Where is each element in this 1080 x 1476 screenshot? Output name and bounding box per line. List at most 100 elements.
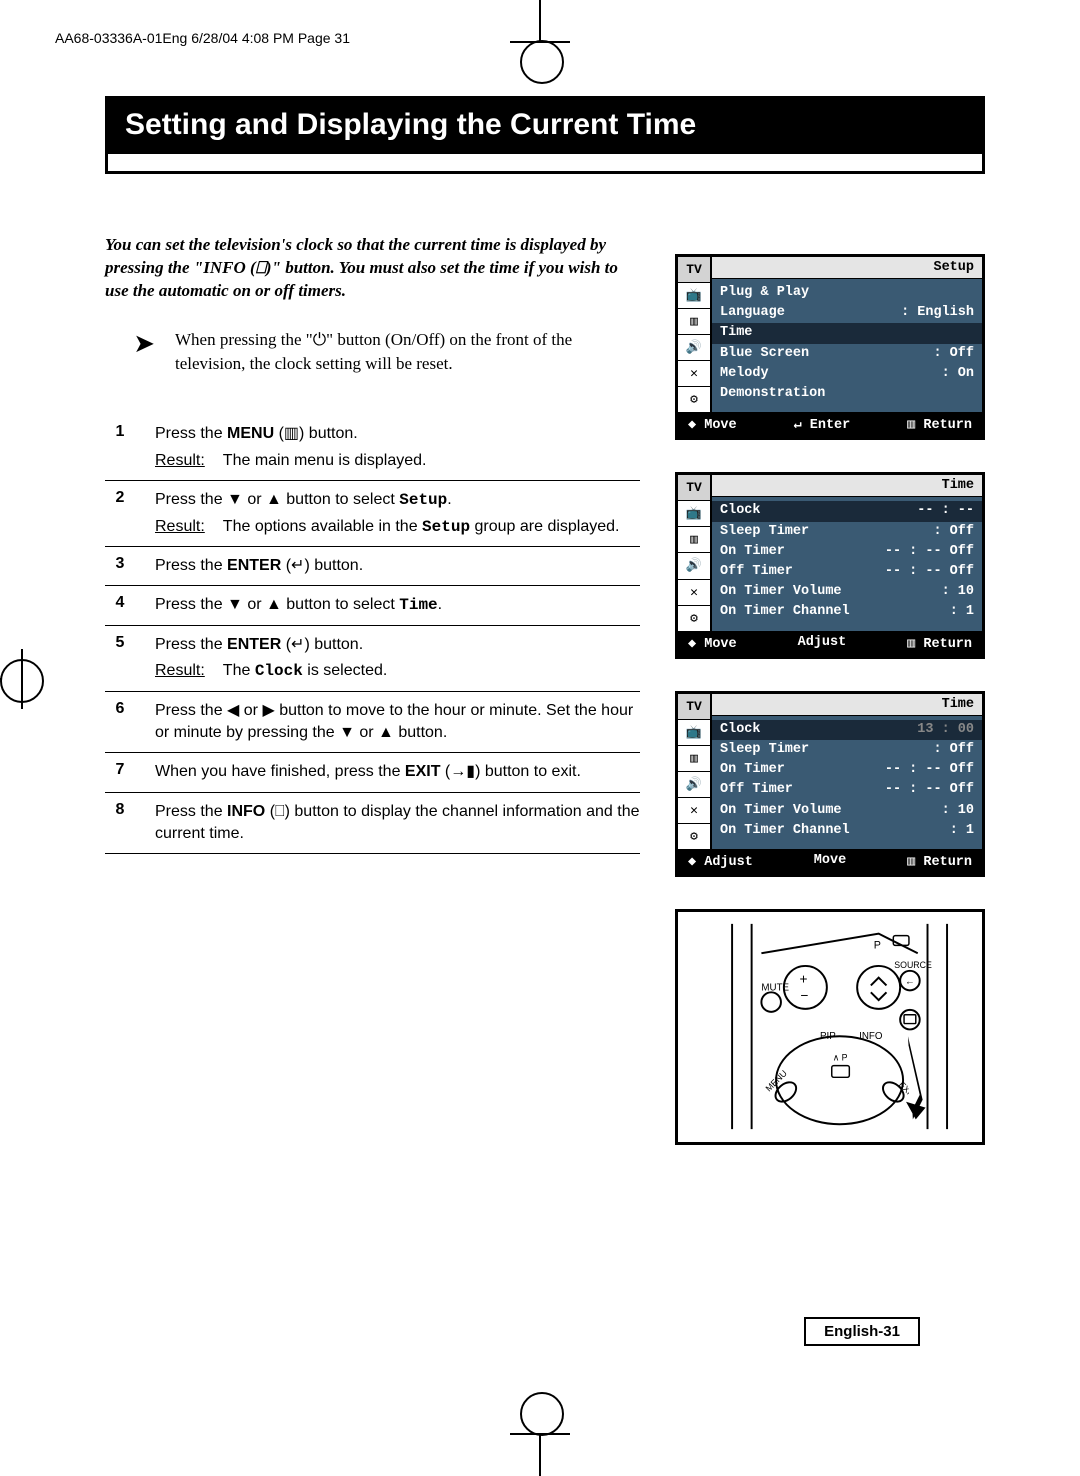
- step-body: Press the ▼ or ▲ button to select Setup.…: [155, 489, 640, 538]
- step-body: When you have finished, press the EXIT (…: [155, 761, 640, 783]
- result-label: Result:: [155, 660, 205, 682]
- steps-list: 1 Press the MENU (▥) button. Result: The…: [105, 415, 640, 854]
- osd-row: Demonstration: [720, 384, 974, 404]
- osd-row: Language: English: [720, 303, 974, 323]
- osd-sidebar: TV 📺 ▥ 🔊 ✕ ⚙: [678, 257, 712, 412]
- result-label: Result:: [155, 516, 205, 538]
- svg-text:+: +: [800, 972, 808, 987]
- osd-side-icon: ▥: [678, 746, 710, 772]
- step-number: 5: [105, 634, 135, 683]
- osd-row: Off Timer-- : -- Off: [720, 562, 974, 582]
- remote-label-info: INFO: [859, 1032, 883, 1043]
- osd-row: Melody: On: [720, 364, 974, 384]
- osd-side-icon: ▥: [678, 527, 710, 553]
- osd-setup-menu: TV 📺 ▥ 🔊 ✕ ⚙ Setup Plug & PlayLanguage: …: [675, 254, 985, 440]
- result-text: The options available in the Setup group…: [223, 516, 620, 538]
- step-item: 2 Press the ▼ or ▲ button to select Setu…: [105, 480, 640, 546]
- osd-side-icon: 🔊: [678, 553, 710, 579]
- osd-body: Clock13 : 00Sleep Timer: OffOn Timer-- :…: [712, 716, 982, 849]
- osd-side-icon: ✕: [678, 580, 710, 606]
- osd-side-icon: ⚙: [678, 606, 710, 631]
- step-number: 2: [105, 489, 135, 538]
- osd-row: Sleep Timer: Off: [720, 522, 974, 542]
- remote-label-p: P: [874, 940, 881, 952]
- osd-side-icon: ✕: [678, 798, 710, 824]
- osd-time-clock-set: TV 📺 ▥ 🔊 ✕ ⚙ Time Clock13 : 00Sleep Time…: [675, 691, 985, 877]
- osd-side-icon: TV: [678, 257, 710, 283]
- page-title: Setting and Displaying the Current Time: [105, 96, 985, 154]
- step-body: Press the MENU (▥) button. Result: The m…: [155, 423, 640, 472]
- manual-page: AA68-03336A-01Eng 6/28/04 4:08 PM Page 3…: [0, 0, 1080, 1476]
- remote-label-mute: MUTE: [762, 983, 790, 994]
- step-number: 4: [105, 594, 135, 616]
- step-item: 3 Press the ENTER (↵) button.: [105, 546, 640, 585]
- result-text: The main menu is displayed.: [223, 450, 427, 472]
- osd-row: Plug & Play: [720, 283, 974, 303]
- osd-body: Clock-- : --Sleep Timer: OffOn Timer-- :…: [712, 497, 982, 630]
- step-number: 3: [105, 555, 135, 577]
- osd-footer: ◆ Adjust Move ▥ Return: [678, 849, 982, 874]
- step-body: Press the ENTER (↵) button. Result: The …: [155, 634, 640, 683]
- crop-mark-bottom: [510, 1406, 570, 1476]
- osd-row: Time: [712, 323, 982, 343]
- step-item: 6 Press the ◀ or ▶ button to move to the…: [105, 691, 640, 753]
- osd-row: On Timer Volume: 10: [720, 582, 974, 602]
- osd-row: On Timer Volume: 10: [720, 801, 974, 821]
- crop-mark-top: [510, 0, 570, 70]
- title-frame: Setting and Displaying the Current Time: [105, 96, 985, 174]
- osd-title: Setup: [712, 257, 982, 279]
- instructions-column: You can set the television's clock so th…: [105, 174, 640, 1145]
- osd-side-icon: ▥: [678, 309, 710, 335]
- osd-body: Plug & PlayLanguage: EnglishTimeBlue Scr…: [712, 279, 982, 412]
- step-item: 7 When you have finished, press the EXIT…: [105, 752, 640, 791]
- osd-side-icon: TV: [678, 475, 710, 501]
- osd-footer: ◆ Move Adjust ▥ Return: [678, 631, 982, 656]
- note-arrow-icon: ➤: [105, 328, 155, 376]
- step-number: 7: [105, 761, 135, 783]
- osd-side-icon: ⚙: [678, 824, 710, 849]
- osd-row: Clock-- : --: [712, 501, 982, 521]
- step-number: 6: [105, 700, 135, 745]
- osd-row: Blue Screen: Off: [720, 344, 974, 364]
- step-number: 1: [105, 423, 135, 472]
- page-number: English-31: [804, 1317, 920, 1346]
- osd-side-icon: ✕: [678, 361, 710, 387]
- svg-text:−: −: [801, 989, 809, 1004]
- osd-sidebar: TV 📺 ▥ 🔊 ✕ ⚙: [678, 475, 712, 630]
- intro-text: You can set the television's clock so th…: [105, 234, 640, 303]
- result-label: Result:: [155, 450, 205, 472]
- step-body: Press the INFO (⎕) button to display the…: [155, 801, 640, 846]
- figures-column: TV 📺 ▥ 🔊 ✕ ⚙ Setup Plug & PlayLanguage: …: [675, 174, 985, 1145]
- remote-illustration: P + − MUTE SOURCE ← PIP INFO: [675, 909, 985, 1145]
- osd-side-icon: 📺: [678, 283, 710, 309]
- step-body: Press the ◀ or ▶ button to move to the h…: [155, 700, 640, 745]
- osd-time-menu: TV 📺 ▥ 🔊 ✕ ⚙ Time Clock-- : --Sleep Time…: [675, 472, 985, 658]
- note-text: When pressing the "⏻" button (On/Off) on…: [175, 328, 640, 376]
- step-body: Press the ▼ or ▲ button to select Time.: [155, 594, 640, 616]
- osd-side-icon: 📺: [678, 501, 710, 527]
- result-text: The Clock is selected.: [223, 660, 388, 682]
- note-row: ➤ When pressing the "⏻" button (On/Off) …: [105, 328, 640, 376]
- osd-side-icon: 🔊: [678, 335, 710, 361]
- osd-side-icon: 📺: [678, 720, 710, 746]
- step-item: 5 Press the ENTER (↵) button. Result: Th…: [105, 625, 640, 691]
- osd-row: Sleep Timer: Off: [720, 740, 974, 760]
- osd-row: On Timer-- : -- Off: [720, 760, 974, 780]
- osd-side-icon: TV: [678, 694, 710, 720]
- osd-row: On Timer Channel: 1: [720, 821, 974, 841]
- step-number: 8: [105, 801, 135, 846]
- osd-title: Time: [712, 694, 982, 716]
- step-item: 8 Press the INFO (⎕) button to display t…: [105, 792, 640, 855]
- svg-text:←: ←: [905, 977, 915, 988]
- osd-sidebar: TV 📺 ▥ 🔊 ✕ ⚙: [678, 694, 712, 849]
- crop-mark-left: [0, 649, 60, 709]
- step-item: 4 Press the ▼ or ▲ button to select Time…: [105, 585, 640, 624]
- svg-text:∧ P: ∧ P: [833, 1053, 848, 1063]
- step-item: 1 Press the MENU (▥) button. Result: The…: [105, 415, 640, 480]
- osd-side-icon: ⚙: [678, 387, 710, 412]
- osd-row: On Timer Channel: 1: [720, 602, 974, 622]
- osd-row: Clock13 : 00: [712, 720, 982, 740]
- osd-row: Off Timer-- : -- Off: [720, 780, 974, 800]
- osd-title: Time: [712, 475, 982, 497]
- remote-svg: P + − MUTE SOURCE ← PIP INFO: [693, 923, 967, 1130]
